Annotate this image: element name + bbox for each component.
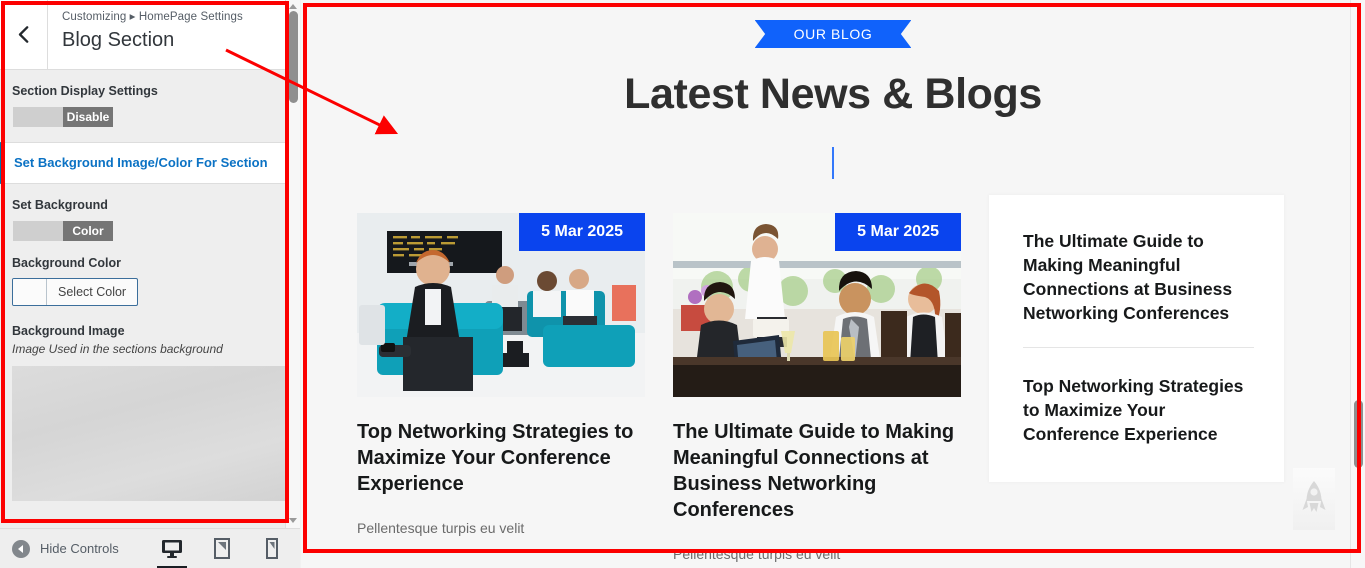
section-display-toggle[interactable]: Disable: [12, 106, 114, 128]
blog-card-excerpt: Pellentesque turpis eu velit: [357, 520, 525, 536]
background-image-label: Background Image: [12, 324, 125, 338]
tablet-preview-icon[interactable]: [210, 537, 234, 561]
blog-card-title[interactable]: Top Networking Strategies to Maximize Yo…: [357, 419, 645, 497]
background-image-thumbnail[interactable]: [12, 366, 288, 501]
background-image-block: Background Image Image Used in the secti…: [0, 310, 300, 501]
heading-divider: [832, 147, 834, 179]
blog-card-excerpt: Pellentesque turpis eu velit: [673, 546, 841, 562]
customizer-footer: Hide Controls: [0, 528, 300, 568]
divider: [1023, 347, 1254, 348]
blog-card[interactable]: 5 Mar 2025 Top Networking Strategies to …: [357, 213, 645, 539]
blog-card-date: 5 Mar 2025: [835, 213, 961, 251]
preview-scrollbar-thumb[interactable]: [1354, 400, 1363, 468]
screen-root: Customizing ▸ HomePage Settings Blog Sec…: [0, 0, 1365, 568]
blog-card-title[interactable]: The Ultimate Guide to Making Meaningful …: [673, 419, 961, 523]
collapse-arrow-icon: [12, 539, 30, 558]
rocket-icon[interactable]: [1293, 468, 1335, 530]
set-background-toggle[interactable]: Color: [12, 220, 114, 242]
background-color-block: Background Color Select Color: [0, 242, 300, 310]
blog-ribbon-holder: OUR BLOG: [301, 20, 1365, 48]
select-color-button[interactable]: Select Color: [12, 278, 139, 306]
our-blog-ribbon: OUR BLOG: [767, 20, 899, 48]
sidebar-scrollbar[interactable]: [285, 0, 300, 528]
blog-card-date: 5 Mar 2025: [519, 213, 645, 251]
blog-card-image[interactable]: 5 Mar 2025: [673, 213, 961, 397]
toggle-track-off: [13, 221, 63, 241]
site-preview: OUR BLOG Latest News & Blogs 5 Mar 2025 …: [301, 0, 1365, 568]
device-preview-group: [157, 537, 300, 568]
recent-post-item[interactable]: Top Networking Strategies to Maximize Yo…: [1023, 374, 1254, 446]
set-background-block: Set Background Color: [0, 184, 300, 242]
chevron-left-icon[interactable]: [0, 0, 48, 69]
scroll-up-arrow-icon[interactable]: [289, 4, 297, 9]
blog-card-image[interactable]: 5 Mar 2025: [357, 213, 645, 397]
panel-title-group: Customizing ▸ HomePage Settings Blog Sec…: [48, 0, 243, 69]
blog-card[interactable]: 5 Mar 2025 The Ultimate Guide to Making …: [673, 213, 961, 565]
toggle-state-label: Color: [63, 221, 113, 241]
mobile-preview-icon[interactable]: [260, 537, 284, 561]
recent-posts-card: The Ultimate Guide to Making Meaningful …: [989, 195, 1284, 482]
page-title: Blog Section: [62, 29, 175, 51]
toggle-state-label: Disable: [63, 107, 113, 127]
sidebar-item-label: Set Background Image/Color For Section: [14, 155, 268, 170]
background-color-label: Background Color: [12, 256, 122, 270]
breadcrumb: Customizing ▸ HomePage Settings: [62, 11, 243, 23]
toggle-track-off: [13, 107, 63, 127]
preview-scrollbar[interactable]: [1350, 0, 1365, 568]
desktop-preview-icon[interactable]: [157, 537, 187, 568]
set-background-label: Set Background: [12, 198, 108, 212]
sidebar-scrollbar-thumb[interactable]: [289, 11, 298, 103]
recent-post-item[interactable]: The Ultimate Guide to Making Meaningful …: [1023, 229, 1254, 325]
color-swatch: [13, 279, 47, 305]
hide-controls-label: Hide Controls: [40, 541, 119, 556]
blog-heading: Latest News & Blogs: [624, 70, 1042, 118]
customizer-sidebar: Customizing ▸ HomePage Settings Blog Sec…: [0, 0, 300, 568]
blog-section: OUR BLOG Latest News & Blogs 5 Mar 2025 …: [301, 0, 1365, 565]
section-display-settings-label: Section Display Settings: [12, 84, 158, 98]
hide-controls-button[interactable]: Hide Controls: [0, 539, 119, 558]
background-image-help: Image Used in the sections background: [12, 342, 223, 356]
customizer-scroll-region: Customizing ▸ HomePage Settings Blog Sec…: [0, 0, 300, 528]
customizer-panel-header: Customizing ▸ HomePage Settings Blog Sec…: [0, 0, 300, 70]
sidebar-item-set-background[interactable]: Set Background Image/Color For Section: [0, 142, 300, 184]
scroll-down-arrow-icon[interactable]: [289, 518, 297, 523]
section-display-settings-block: Section Display Settings Disable: [0, 70, 300, 128]
select-color-label: Select Color: [58, 285, 127, 299]
blog-card-list: 5 Mar 2025 Top Networking Strategies to …: [301, 179, 1365, 565]
